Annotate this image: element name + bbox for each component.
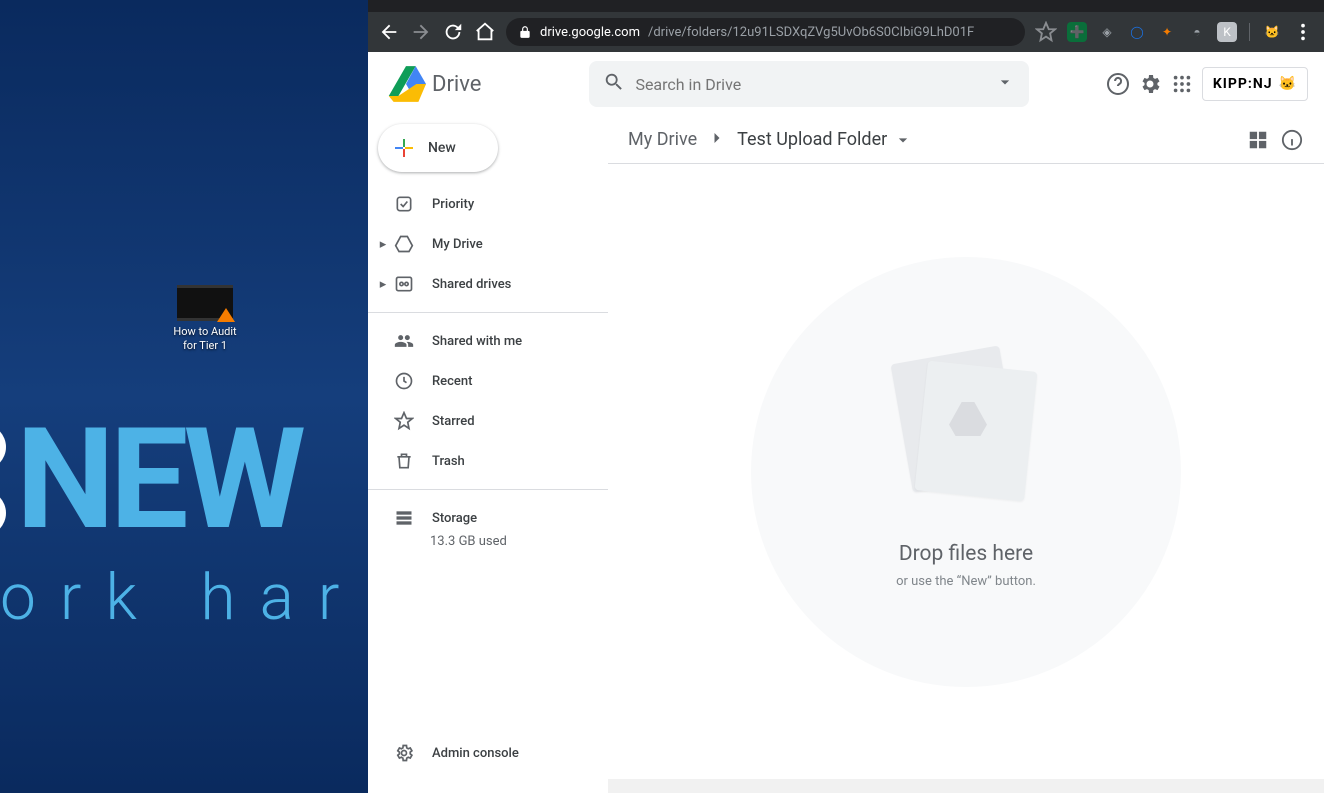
forward-button[interactable] bbox=[410, 21, 432, 43]
profile-icon[interactable]: 🐱 bbox=[1262, 22, 1282, 42]
sidebar-item-sharedwithme[interactable]: Shared with me bbox=[368, 321, 608, 361]
sidebar-item-trash[interactable]: Trash bbox=[368, 441, 608, 481]
sidebar-item-label: Admin console bbox=[432, 746, 519, 761]
sidebar-item-priority[interactable]: Priority bbox=[368, 184, 608, 224]
extension-3-icon[interactable]: ◯ bbox=[1127, 22, 1147, 42]
clock-icon bbox=[394, 371, 414, 391]
wallpaper-subtext: ork har bbox=[0, 560, 363, 635]
breadcrumb-root[interactable]: My Drive bbox=[628, 129, 697, 150]
org-brand-label: KIPP:NJ bbox=[1213, 76, 1273, 92]
extension-1-icon[interactable]: ➕ bbox=[1067, 22, 1087, 42]
apps-grid-icon[interactable] bbox=[1170, 72, 1194, 96]
expand-chevron-icon[interactable]: ▸ bbox=[378, 237, 388, 252]
drive-product-name[interactable]: Drive bbox=[432, 72, 481, 97]
sidebar-item-label: Storage bbox=[432, 511, 477, 526]
breadcrumb-current[interactable]: Test Upload Folder bbox=[737, 129, 913, 150]
extension-6-icon[interactable]: K bbox=[1217, 22, 1237, 42]
tab-strip bbox=[368, 0, 1324, 12]
lock-icon bbox=[518, 25, 532, 39]
back-button[interactable] bbox=[378, 21, 400, 43]
sidebar-item-label: Priority bbox=[432, 197, 474, 212]
drive-logo-icon[interactable] bbox=[384, 64, 428, 104]
extension-5-icon[interactable]: ◓ bbox=[1187, 22, 1207, 42]
extension-separator bbox=[1249, 23, 1250, 41]
new-button-label: New bbox=[428, 140, 456, 156]
sidebar-item-starred[interactable]: Starred bbox=[368, 401, 608, 441]
people-icon bbox=[394, 331, 414, 351]
search-icon bbox=[603, 71, 625, 97]
chevron-right-icon bbox=[707, 128, 727, 152]
search-bar[interactable] bbox=[589, 61, 1029, 107]
breadcrumb-label: Test Upload Folder bbox=[737, 129, 887, 150]
sidebar-item-label: Starred bbox=[432, 414, 475, 429]
url-domain: drive.google.com bbox=[540, 25, 640, 40]
sidebar-item-label: My Drive bbox=[432, 237, 483, 252]
sidebar-item-label: Shared with me bbox=[432, 334, 522, 349]
extension-2-icon[interactable]: ◈ bbox=[1097, 22, 1117, 42]
search-input[interactable] bbox=[635, 75, 985, 94]
trash-icon bbox=[394, 451, 414, 471]
support-icon[interactable] bbox=[1106, 72, 1130, 96]
browser-toolbar: drive.google.com/drive/folders/12u91LSDX… bbox=[368, 12, 1324, 52]
home-button[interactable] bbox=[474, 21, 496, 43]
url-path: /drive/folders/12u91LSDXqZVg5UvOb6S0CIbi… bbox=[648, 25, 974, 40]
empty-state[interactable]: Drop files here or use the “New” button. bbox=[608, 164, 1324, 779]
settings-gear-icon[interactable] bbox=[1138, 72, 1162, 96]
horizontal-scrollbar[interactable] bbox=[608, 779, 1324, 793]
sidebar-item-mydrive[interactable]: ▸ My Drive bbox=[368, 224, 608, 264]
priority-icon bbox=[394, 194, 414, 214]
sidebar-item-admin[interactable]: Admin console bbox=[368, 733, 608, 773]
bookmark-star-icon[interactable] bbox=[1035, 21, 1057, 43]
empty-title: Drop files here bbox=[899, 542, 1033, 566]
browser-window: drive.google.com/drive/folders/12u91LSDX… bbox=[368, 0, 1324, 793]
sidebar-item-label: Recent bbox=[432, 374, 472, 389]
sidebar-item-shareddrives[interactable]: ▸ Shared drives bbox=[368, 264, 608, 304]
shareddrives-icon bbox=[394, 274, 414, 294]
breadcrumb-bar: My Drive Test Upload Folder bbox=[608, 116, 1324, 164]
desktop-file-video[interactable]: How to Auditfor Tier 1 bbox=[170, 285, 240, 353]
desktop-file-label: How to Auditfor Tier 1 bbox=[170, 325, 240, 353]
empty-illustration-icon bbox=[891, 354, 1041, 504]
storage-icon bbox=[394, 508, 414, 528]
star-icon bbox=[394, 411, 414, 431]
org-brand-chip[interactable]: KIPP:NJ 🐱 bbox=[1202, 67, 1308, 101]
desktop-background: How to Auditfor Tier 1 NEW ork har bbox=[0, 0, 368, 793]
chevron-down-icon bbox=[893, 130, 913, 150]
sidebar-separator bbox=[368, 312, 608, 313]
admin-gear-icon bbox=[394, 743, 414, 763]
details-info-icon[interactable] bbox=[1280, 128, 1304, 152]
storage-used-text: 13.3 GB used bbox=[368, 534, 608, 549]
expand-chevron-icon[interactable]: ▸ bbox=[378, 277, 388, 292]
drive-header: Drive KIPP:NJ 🐱 bbox=[368, 52, 1324, 116]
plus-icon bbox=[392, 136, 416, 160]
address-bar[interactable]: drive.google.com/drive/folders/12u91LSDX… bbox=[506, 18, 1025, 46]
sidebar-item-label: Shared drives bbox=[432, 277, 511, 292]
sidebar: New Priority ▸ My Drive ▸ Shared drives bbox=[368, 116, 608, 793]
main-content: My Drive Test Upload Folder bbox=[608, 116, 1324, 793]
empty-drop-zone: Drop files here or use the “New” button. bbox=[751, 257, 1181, 687]
new-button[interactable]: New bbox=[378, 124, 498, 172]
breadcrumb-label: My Drive bbox=[628, 129, 697, 150]
sidebar-separator bbox=[368, 489, 608, 490]
empty-subtitle: or use the “New” button. bbox=[896, 574, 1036, 589]
reload-button[interactable] bbox=[442, 21, 464, 43]
org-avatar-icon: 🐱 bbox=[1279, 76, 1297, 92]
sidebar-item-storage[interactable]: Storage bbox=[368, 498, 608, 538]
wallpaper-text: NEW bbox=[0, 410, 301, 550]
sidebar-item-recent[interactable]: Recent bbox=[368, 361, 608, 401]
mydrive-icon bbox=[394, 234, 414, 254]
extension-4-icon[interactable]: ✦ bbox=[1157, 22, 1177, 42]
sidebar-item-label: Trash bbox=[432, 454, 465, 469]
search-options-icon[interactable] bbox=[995, 72, 1015, 96]
video-thumbnail-icon bbox=[177, 285, 233, 321]
view-grid-icon[interactable] bbox=[1246, 128, 1270, 152]
browser-menu-icon[interactable] bbox=[1292, 21, 1314, 43]
